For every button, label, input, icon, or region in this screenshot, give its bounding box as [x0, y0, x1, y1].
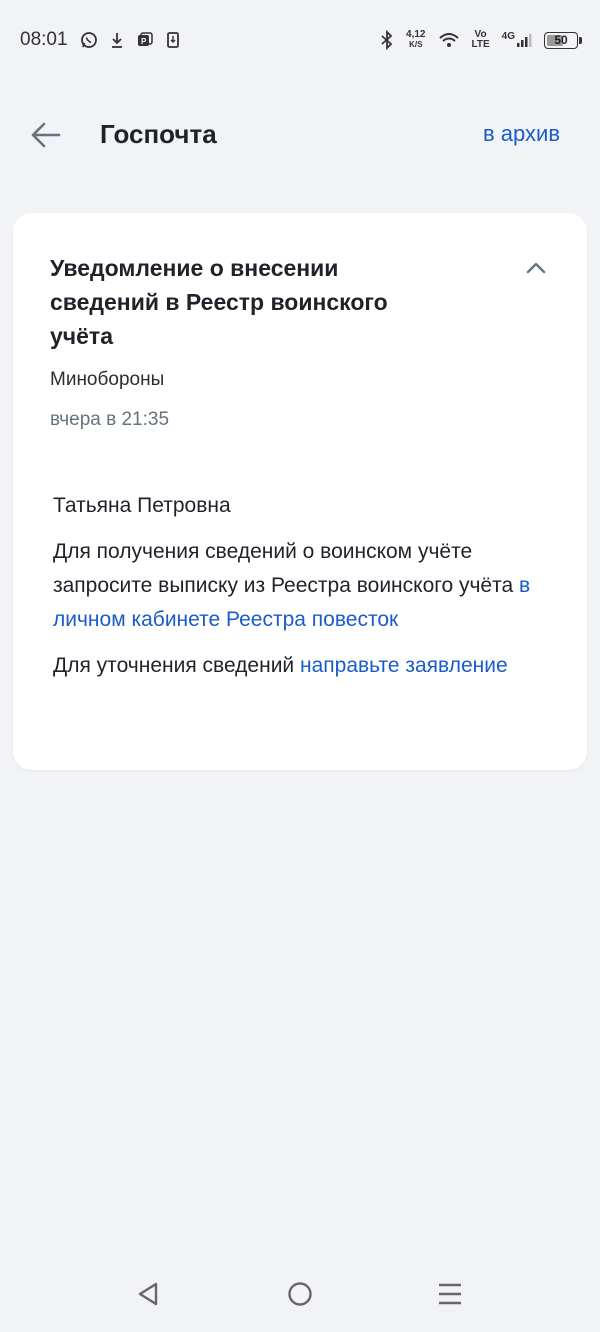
battery-level: 50: [554, 33, 568, 47]
collapse-button[interactable]: [521, 253, 551, 283]
status-left: 08:01 P: [20, 29, 180, 51]
paragraph-1-text: Для получения сведений о воинском учёте …: [53, 540, 519, 597]
app-header: Госпочта в архив: [0, 95, 600, 175]
message-sender: Минобороны: [50, 369, 165, 390]
paragraph-2-text: Для уточнения сведений: [53, 654, 300, 677]
arrow-left-icon: [31, 122, 61, 148]
status-right: 4,12 K/S Vo LTE 4G 50: [380, 30, 582, 50]
wifi-icon: [438, 31, 460, 49]
svg-text:P: P: [141, 37, 147, 46]
back-triangle-icon: [138, 1282, 158, 1306]
nav-back-button[interactable]: [128, 1274, 168, 1314]
volte-bottom: LTE: [471, 39, 490, 50]
message-body: Татьяна Петровна Для получения сведений …: [53, 489, 553, 695]
signal-icon: 4G: [502, 32, 532, 48]
volte-indicator: Vo LTE: [472, 30, 490, 50]
chevron-up-icon: [526, 262, 546, 274]
whatsapp-icon: [80, 31, 98, 49]
net-speed-value: 4,12: [406, 29, 426, 40]
battery-icon: 50: [544, 31, 582, 49]
back-button[interactable]: [26, 115, 66, 155]
archive-button[interactable]: в архив: [483, 121, 560, 147]
sim-icon: [166, 31, 180, 49]
send-application-link[interactable]: направьте заявление: [300, 654, 508, 677]
home-circle-icon: [288, 1282, 312, 1306]
menu-lines-icon: [439, 1283, 461, 1305]
page-title: Госпочта: [100, 119, 217, 149]
download-icon: [110, 31, 124, 49]
system-nav-bar: [0, 1262, 600, 1332]
status-time: 08:01: [20, 29, 68, 50]
notification-icon: P: [136, 31, 154, 49]
nav-home-button[interactable]: [280, 1274, 320, 1314]
paragraph-1: Для получения сведений о воинском учёте …: [53, 535, 553, 637]
message-date: вчера в 21:35: [50, 409, 170, 430]
network-type: 4G: [501, 31, 515, 42]
message-card: Уведомление о внесении сведений в Реестр…: [13, 213, 587, 770]
paragraph-2: Для уточнения сведений направьте заявлен…: [53, 649, 553, 683]
network-speed: 4,12 K/S: [406, 30, 425, 50]
status-bar: 08:01 P 4,12 K/S Vo LTE 4G 50: [0, 0, 600, 80]
message-title: Уведомление о внесении сведений в Реестр…: [50, 255, 388, 349]
bluetooth-icon: [380, 30, 394, 50]
net-speed-unit: K/S: [409, 40, 423, 49]
nav-menu-button[interactable]: [430, 1274, 470, 1314]
greeting: Татьяна Петровна: [53, 494, 231, 517]
